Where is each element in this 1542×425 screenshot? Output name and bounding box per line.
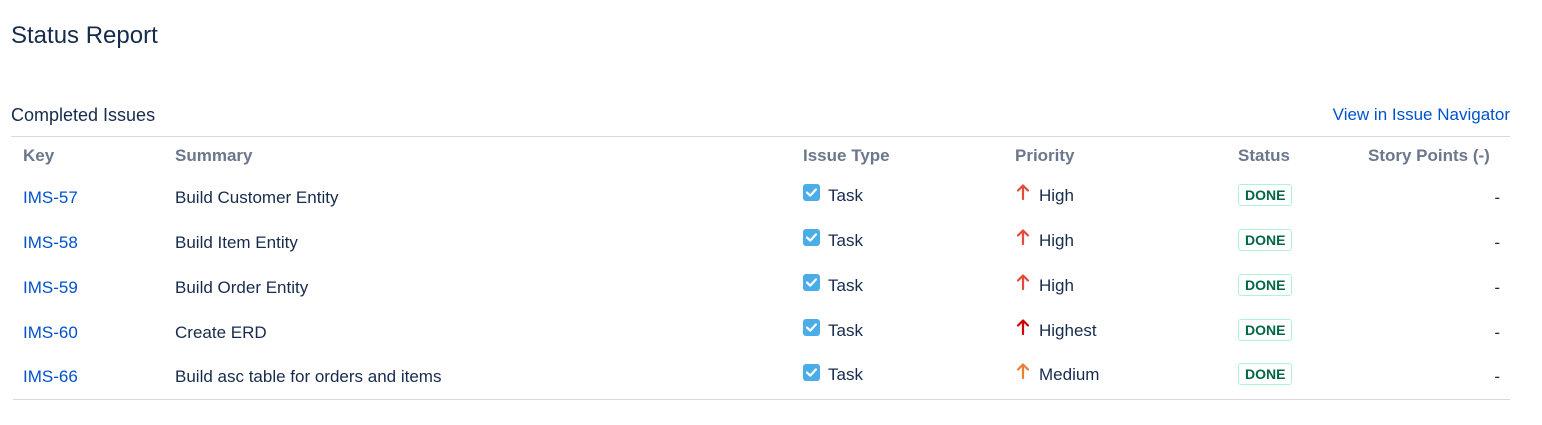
- issue-summary: Build Item Entity: [175, 232, 298, 252]
- column-header-priority[interactable]: Priority: [1005, 137, 1228, 175]
- task-checkbox-icon: [803, 363, 820, 381]
- issue-summary: Create ERD: [175, 322, 267, 342]
- column-header-issue-type[interactable]: Issue Type: [793, 137, 1005, 175]
- priority-label: High: [1039, 185, 1074, 205]
- issue-type-label: Task: [828, 320, 863, 340]
- completed-issues-header: Completed Issues View in Issue Navigator: [11, 102, 1510, 137]
- issue-type-label: Task: [828, 185, 863, 205]
- issue-type-label: Task: [828, 230, 863, 250]
- column-header-summary[interactable]: Summary: [165, 137, 793, 175]
- status-cell: DONE: [1228, 220, 1358, 265]
- arrow-up-icon: [1015, 183, 1031, 201]
- issue-key-link[interactable]: IMS-58: [23, 233, 78, 252]
- table-row: IMS-59 Build Order Entity Task High DONE…: [13, 265, 1510, 310]
- column-header-status[interactable]: Status: [1228, 137, 1358, 175]
- section-title: Completed Issues: [11, 105, 156, 125]
- priority-label: High: [1039, 230, 1074, 250]
- arrow-up-icon: [1015, 273, 1031, 291]
- table-header-row: Key Summary Issue Type Priority Status S…: [13, 137, 1510, 175]
- issue-key-cell: IMS-57: [13, 175, 165, 220]
- page-title: Status Report: [11, 22, 158, 49]
- issue-type-cell: Task: [793, 265, 1005, 310]
- status-badge: DONE: [1238, 273, 1293, 296]
- priority-cell: High: [1005, 220, 1228, 265]
- priority-label: Highest: [1039, 320, 1097, 340]
- priority-cell: High: [1005, 175, 1228, 220]
- table-row: IMS-58 Build Item Entity Task High DONE …: [13, 220, 1510, 265]
- issue-summary: Build asc table for orders and items: [175, 367, 442, 386]
- story-points-value: -: [1494, 187, 1500, 207]
- issue-type-cell: Task: [793, 220, 1005, 265]
- issue-type-cell: Task: [793, 355, 1005, 400]
- status-cell: DONE: [1228, 265, 1358, 310]
- story-points-value: -: [1494, 322, 1500, 342]
- issue-key-link[interactable]: IMS-60: [23, 323, 78, 342]
- task-checkbox-icon: [803, 229, 820, 247]
- priority-label: Medium: [1039, 365, 1100, 384]
- task-checkbox-icon: [803, 184, 820, 202]
- task-checkbox-icon: [803, 319, 820, 337]
- issue-key-cell: IMS-66: [13, 355, 165, 400]
- issue-key-link[interactable]: IMS-57: [23, 188, 78, 207]
- status-cell: DONE: [1228, 355, 1358, 400]
- task-checkbox-icon: [803, 274, 820, 292]
- arrow-up-icon: [1015, 318, 1031, 336]
- issue-summary: Build Customer Entity: [175, 187, 339, 207]
- table-row: IMS-66 Build asc table for orders and it…: [13, 355, 1510, 400]
- priority-cell: Medium: [1005, 355, 1228, 400]
- status-badge: DONE: [1238, 363, 1293, 385]
- completed-issues-table: Key Summary Issue Type Priority Status S…: [13, 137, 1510, 400]
- column-header-story-points[interactable]: Story Points (-): [1358, 137, 1510, 175]
- priority-label: High: [1039, 275, 1074, 295]
- story-points-value: -: [1494, 232, 1500, 252]
- status-cell: DONE: [1228, 310, 1358, 355]
- status-badge: DONE: [1238, 183, 1293, 206]
- issue-type-cell: Task: [793, 310, 1005, 355]
- issue-type-label: Task: [828, 365, 863, 385]
- arrow-up-icon: [1015, 362, 1031, 380]
- status-badge: DONE: [1238, 228, 1293, 251]
- issue-summary: Build Order Entity: [175, 277, 309, 297]
- status-badge: DONE: [1238, 318, 1293, 341]
- issue-key-cell: IMS-58: [13, 220, 165, 265]
- issue-type-cell: Task: [793, 175, 1005, 220]
- priority-cell: High: [1005, 265, 1228, 310]
- issue-key-link[interactable]: IMS-66: [23, 367, 78, 386]
- issue-key-cell: IMS-59: [13, 265, 165, 310]
- issue-key-link[interactable]: IMS-59: [23, 278, 78, 297]
- priority-cell: Highest: [1005, 310, 1228, 355]
- issue-key-cell: IMS-60: [13, 310, 165, 355]
- story-points-value: -: [1494, 367, 1500, 386]
- story-points-value: -: [1494, 277, 1500, 297]
- table-row: IMS-57 Build Customer Entity Task High D…: [13, 175, 1510, 220]
- table-row: IMS-60 Create ERD Task Highest DONE -: [13, 310, 1510, 355]
- view-in-issue-navigator-link[interactable]: View in Issue Navigator: [1333, 104, 1510, 126]
- table-body: IMS-57 Build Customer Entity Task High D…: [13, 175, 1510, 400]
- issue-type-label: Task: [828, 275, 863, 295]
- status-cell: DONE: [1228, 175, 1358, 220]
- column-header-key[interactable]: Key: [13, 137, 165, 175]
- arrow-up-icon: [1015, 228, 1031, 246]
